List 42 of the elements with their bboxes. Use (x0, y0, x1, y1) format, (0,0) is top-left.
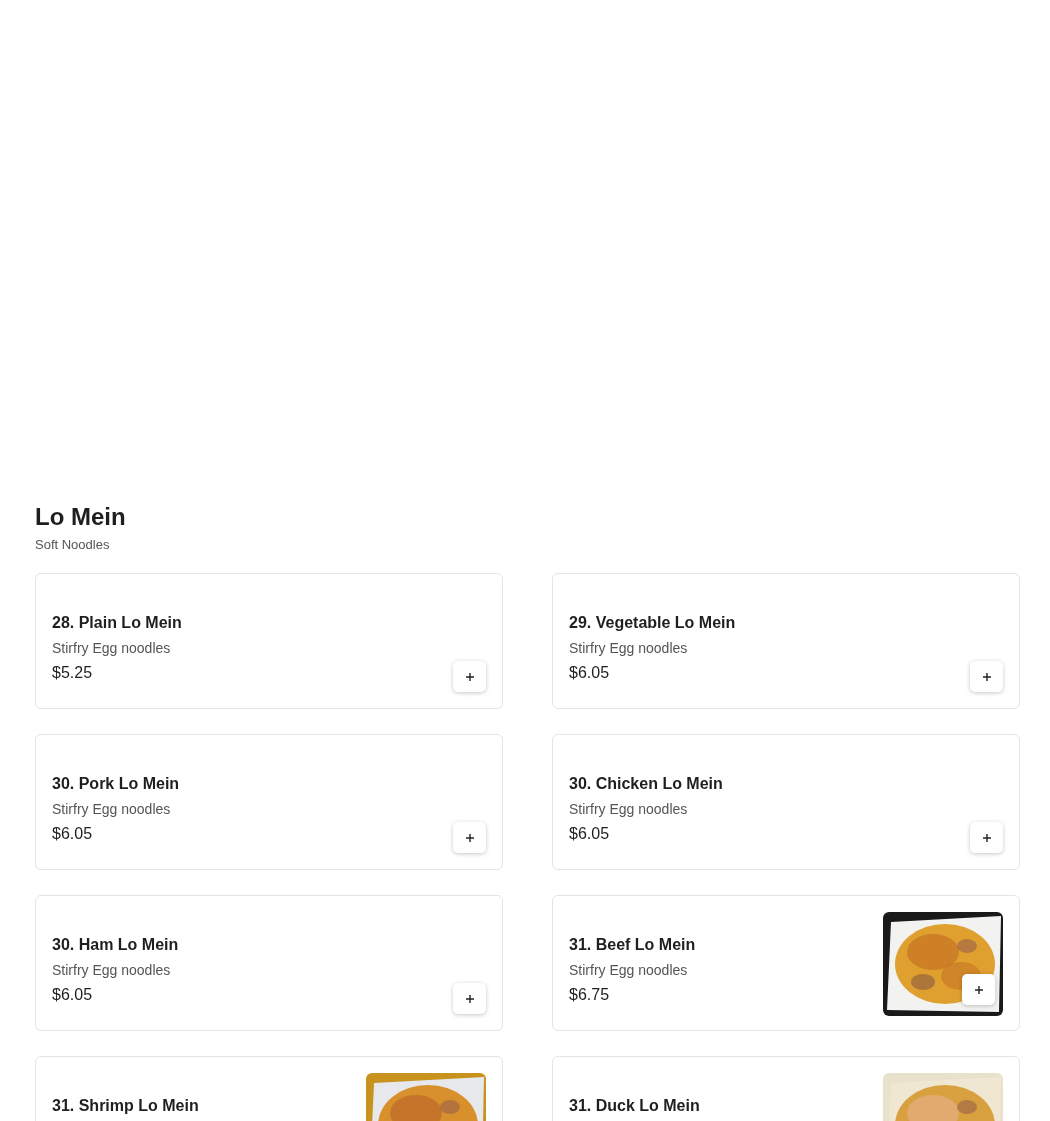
item-description: Stirfry Egg noodles (52, 639, 172, 657)
item-description: Stirfry Egg noodles (52, 961, 172, 979)
item-description: Stirfry Egg noodles (569, 961, 689, 979)
menu-item-card[interactable]: 31. Beef Lo Mein Stirfry Egg noodles $6.75 (552, 895, 1020, 1031)
item-description: Stirfry Egg noodles (569, 639, 689, 657)
menu-item-card[interactable]: 28. Plain Lo Mein Stirfry Egg noodles $5.25 (35, 573, 503, 709)
plus-icon (973, 984, 984, 995)
add-button[interactable] (453, 661, 486, 692)
menu-item-card[interactable]: 30. Chicken Lo Mein Stirfry Egg noodles $6.05 (552, 734, 1020, 870)
add-button[interactable] (970, 661, 1003, 692)
menu-item-card[interactable]: 31. Duck Lo Mein (552, 1056, 1020, 1121)
item-name: 30. Ham Lo Mein (52, 935, 179, 955)
section-subtitle: Soft Noodles (35, 537, 111, 553)
item-name: 30. Pork Lo Mein (52, 774, 180, 794)
plus-icon (981, 671, 992, 682)
item-description: Stirfry Egg noodles (569, 800, 689, 818)
menu-item-card[interactable]: 31. Shrimp Lo Mein (35, 1056, 503, 1121)
section-title: Lo Mein (35, 502, 127, 532)
item-price: $6.05 (569, 824, 611, 844)
plus-icon (464, 832, 475, 843)
item-name: 29. Vegetable Lo Mein (569, 613, 736, 633)
item-name: 31. Shrimp Lo Mein (52, 1096, 199, 1116)
add-button[interactable] (453, 983, 486, 1014)
item-name: 31. Duck Lo Mein (569, 1096, 700, 1116)
menu-item-card[interactable]: 30. Ham Lo Mein Stirfry Egg noodles $6.05 (35, 895, 503, 1031)
menu-item-card[interactable]: 29. Vegetable Lo Mein Stirfry Egg noodles $6.05 (552, 573, 1020, 709)
item-price: $6.05 (52, 985, 94, 1005)
item-description: Stirfry Egg noodles (52, 800, 172, 818)
add-button[interactable] (453, 822, 486, 853)
add-button[interactable] (970, 822, 1003, 853)
item-name: 28. Plain Lo Mein (52, 613, 182, 633)
item-price: $6.05 (52, 824, 94, 844)
plus-icon (981, 832, 992, 843)
menu-item-card[interactable]: 30. Pork Lo Mein Stirfry Egg noodles $6.05 (35, 734, 503, 870)
plus-icon (464, 671, 475, 682)
item-name: 30. Chicken Lo Mein (569, 774, 723, 794)
add-button[interactable] (962, 974, 995, 1005)
item-price: $6.75 (569, 985, 611, 1005)
item-price: $5.25 (52, 663, 94, 683)
plus-icon (464, 993, 475, 1004)
item-name: 31. Beef Lo Mein (569, 935, 696, 955)
item-price: $6.05 (569, 663, 611, 683)
